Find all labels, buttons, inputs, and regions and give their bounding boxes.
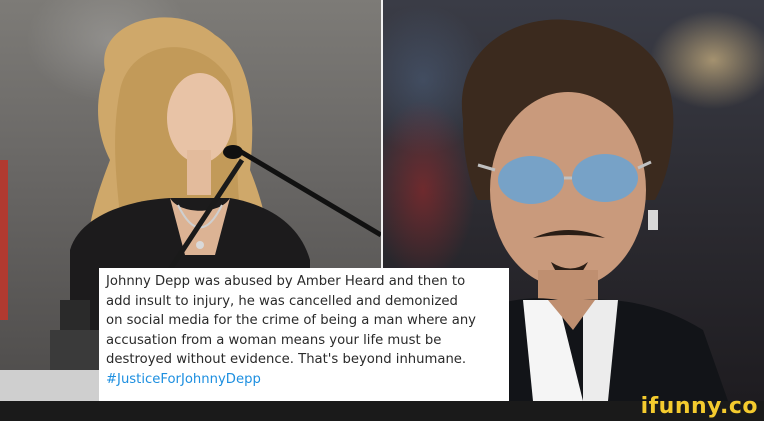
ifunny-watermark: ifunny.co: [640, 394, 758, 419]
tweet-line-4: accusation from a woman means your life …: [106, 332, 442, 348]
tweet-line-2: add insult to injury, he was cancelled a…: [106, 293, 458, 309]
tweet-line-1: Johnny Depp was abused by Amber Heard an…: [106, 274, 466, 289]
tweet-text-box: Johnny Depp was abused by Amber Heard an…: [99, 268, 509, 401]
tweet-line-5: destroyed without evidence. That's beyon…: [106, 352, 467, 367]
hashtag-link[interactable]: #JusticeForJohnnyDepp: [106, 370, 501, 390]
tweet-line-3: on social media for the crime of being a…: [106, 313, 476, 328]
